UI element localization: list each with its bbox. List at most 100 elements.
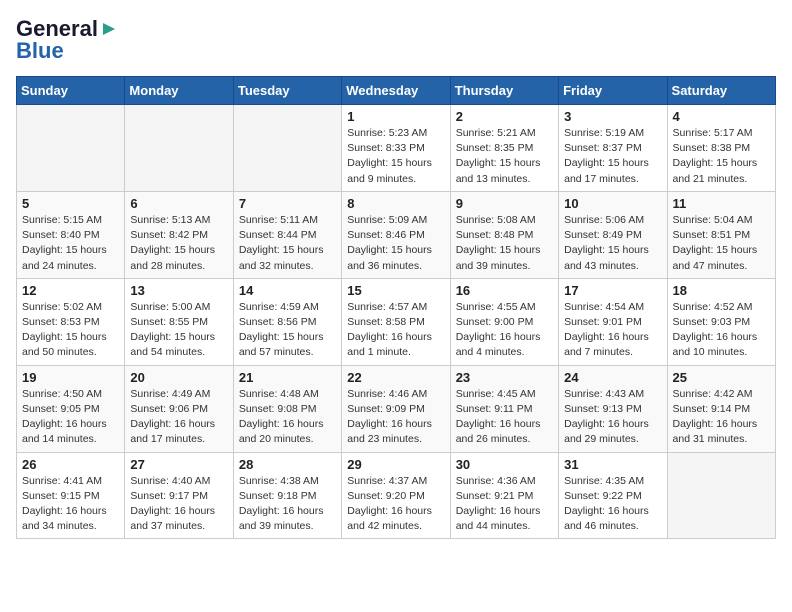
- day-number: 19: [22, 370, 119, 385]
- calendar-cell: 9Sunrise: 5:08 AMSunset: 8:48 PMDaylight…: [450, 191, 558, 278]
- day-number: 5: [22, 196, 119, 211]
- calendar-week-row: 1 Sunrise: 5:23 AMSunset: 8:33 PMDaylight…: [17, 105, 776, 192]
- day-info: Sunrise: 4:57 AMSunset: 8:58 PMDaylight:…: [347, 300, 444, 361]
- calendar-cell: [17, 105, 125, 192]
- calendar-cell: 21 Sunrise: 4:48 AMSunset: 9:08 PMDayligh…: [233, 365, 341, 452]
- day-info: Sunrise: 4:45 AMSunset: 9:11 PMDaylight:…: [456, 387, 553, 448]
- day-number: 31: [564, 457, 661, 472]
- day-number: 17: [564, 283, 661, 298]
- day-number: 10: [564, 196, 661, 211]
- day-of-week-header: Tuesday: [233, 77, 341, 105]
- day-number: 11: [673, 196, 770, 211]
- calendar-cell: 24 Sunrise: 4:43 AMSunset: 9:13 PMDayligh…: [559, 365, 667, 452]
- calendar-cell: [125, 105, 233, 192]
- day-number: 2: [456, 109, 553, 124]
- calendar-cell: 5 Sunrise: 5:15 AMSunset: 8:40 PMDaylight…: [17, 191, 125, 278]
- calendar-cell: 2 Sunrise: 5:21 AMSunset: 8:35 PMDaylight…: [450, 105, 558, 192]
- day-number: 21: [239, 370, 336, 385]
- calendar-cell: 27Sunrise: 4:40 AMSunset: 9:17 PMDayligh…: [125, 452, 233, 539]
- calendar-cell: 30Sunrise: 4:36 AMSunset: 9:21 PMDayligh…: [450, 452, 558, 539]
- day-info: Sunrise: 4:55 AMSunset: 9:00 PMDaylight:…: [456, 300, 553, 361]
- day-info: Sunrise: 5:11 AMSunset: 8:44 PMDaylight:…: [239, 213, 336, 274]
- calendar-cell: 18 Sunrise: 4:52 AMSunset: 9:03 PMDayligh…: [667, 278, 775, 365]
- logo-arrow-icon: [99, 19, 119, 39]
- day-info: Sunrise: 5:00 AMSunset: 8:55 PMDaylight:…: [130, 300, 227, 361]
- day-number: 14: [239, 283, 336, 298]
- day-number: 13: [130, 283, 227, 298]
- day-info: Sunrise: 5:02 AMSunset: 8:53 PMDaylight:…: [22, 300, 119, 361]
- day-info: Sunrise: 4:42 AMSunset: 9:14 PMDaylight:…: [673, 387, 770, 448]
- day-info: Sunrise: 4:35 AMSunset: 9:22 PMDaylight:…: [564, 474, 661, 535]
- calendar-cell: 29Sunrise: 4:37 AMSunset: 9:20 PMDayligh…: [342, 452, 450, 539]
- calendar-cell: 16 Sunrise: 4:55 AMSunset: 9:00 PMDayligh…: [450, 278, 558, 365]
- day-info: Sunrise: 4:41 AMSunset: 9:15 PMDaylight:…: [22, 474, 119, 535]
- calendar-cell: 6Sunrise: 5:13 AMSunset: 8:42 PMDaylight…: [125, 191, 233, 278]
- calendar-cell: 3 Sunrise: 5:19 AMSunset: 8:37 PMDaylight…: [559, 105, 667, 192]
- day-number: 26: [22, 457, 119, 472]
- calendar-cell: 13 Sunrise: 5:00 AMSunset: 8:55 PMDayligh…: [125, 278, 233, 365]
- calendar-cell: 23 Sunrise: 4:45 AMSunset: 9:11 PMDayligh…: [450, 365, 558, 452]
- day-of-week-header: Wednesday: [342, 77, 450, 105]
- calendar-table: SundayMondayTuesdayWednesdayThursdayFrid…: [16, 76, 776, 539]
- calendar-cell: 8Sunrise: 5:09 AMSunset: 8:46 PMDaylight…: [342, 191, 450, 278]
- calendar-cell: 31 Sunrise: 4:35 AMSunset: 9:22 PMDayligh…: [559, 452, 667, 539]
- day-number: 28: [239, 457, 336, 472]
- calendar-week-row: 5 Sunrise: 5:15 AMSunset: 8:40 PMDaylight…: [17, 191, 776, 278]
- page-header: General Blue: [16, 16, 776, 64]
- calendar-cell: 19 Sunrise: 4:50 AMSunset: 9:05 PMDayligh…: [17, 365, 125, 452]
- day-number: 4: [673, 109, 770, 124]
- day-number: 16: [456, 283, 553, 298]
- calendar-cell: 26 Sunrise: 4:41 AMSunset: 9:15 PMDayligh…: [17, 452, 125, 539]
- logo-blue: Blue: [16, 38, 64, 64]
- day-info: Sunrise: 5:17 AMSunset: 8:38 PMDaylight:…: [673, 126, 770, 187]
- day-info: Sunrise: 4:52 AMSunset: 9:03 PMDaylight:…: [673, 300, 770, 361]
- day-info: Sunrise: 5:21 AMSunset: 8:35 PMDaylight:…: [456, 126, 553, 187]
- calendar-week-row: 26 Sunrise: 4:41 AMSunset: 9:15 PMDayligh…: [17, 452, 776, 539]
- day-number: 6: [130, 196, 227, 211]
- day-number: 22: [347, 370, 444, 385]
- day-info: Sunrise: 5:19 AMSunset: 8:37 PMDaylight:…: [564, 126, 661, 187]
- calendar-cell: 10 Sunrise: 5:06 AMSunset: 8:49 PMDayligh…: [559, 191, 667, 278]
- day-of-week-header: Saturday: [667, 77, 775, 105]
- day-number: 15: [347, 283, 444, 298]
- calendar-cell: 17 Sunrise: 4:54 AMSunset: 9:01 PMDayligh…: [559, 278, 667, 365]
- day-info: Sunrise: 4:43 AMSunset: 9:13 PMDaylight:…: [564, 387, 661, 448]
- day-info: Sunrise: 5:23 AMSunset: 8:33 PMDaylight:…: [347, 126, 444, 187]
- day-info: Sunrise: 5:06 AMSunset: 8:49 PMDaylight:…: [564, 213, 661, 274]
- day-info: Sunrise: 4:59 AMSunset: 8:56 PMDaylight:…: [239, 300, 336, 361]
- calendar-cell: [233, 105, 341, 192]
- day-info: Sunrise: 4:49 AMSunset: 9:06 PMDaylight:…: [130, 387, 227, 448]
- calendar-cell: 20 Sunrise: 4:49 AMSunset: 9:06 PMDayligh…: [125, 365, 233, 452]
- calendar-header-row: SundayMondayTuesdayWednesdayThursdayFrid…: [17, 77, 776, 105]
- day-info: Sunrise: 5:04 AMSunset: 8:51 PMDaylight:…: [673, 213, 770, 274]
- day-number: 24: [564, 370, 661, 385]
- day-number: 1: [347, 109, 444, 124]
- calendar-cell: 15 Sunrise: 4:57 AMSunset: 8:58 PMDayligh…: [342, 278, 450, 365]
- day-of-week-header: Monday: [125, 77, 233, 105]
- day-of-week-header: Friday: [559, 77, 667, 105]
- day-info: Sunrise: 4:48 AMSunset: 9:08 PMDaylight:…: [239, 387, 336, 448]
- calendar-cell: 4 Sunrise: 5:17 AMSunset: 8:38 PMDaylight…: [667, 105, 775, 192]
- day-number: 23: [456, 370, 553, 385]
- day-info: Sunrise: 4:40 AMSunset: 9:17 PMDaylight:…: [130, 474, 227, 535]
- calendar-cell: 12 Sunrise: 5:02 AMSunset: 8:53 PMDayligh…: [17, 278, 125, 365]
- calendar-week-row: 19 Sunrise: 4:50 AMSunset: 9:05 PMDayligh…: [17, 365, 776, 452]
- calendar-cell: 1 Sunrise: 5:23 AMSunset: 8:33 PMDaylight…: [342, 105, 450, 192]
- day-info: Sunrise: 5:09 AMSunset: 8:46 PMDaylight:…: [347, 213, 444, 274]
- day-info: Sunrise: 4:50 AMSunset: 9:05 PMDaylight:…: [22, 387, 119, 448]
- day-number: 3: [564, 109, 661, 124]
- calendar-cell: 22Sunrise: 4:46 AMSunset: 9:09 PMDayligh…: [342, 365, 450, 452]
- day-of-week-header: Sunday: [17, 77, 125, 105]
- day-number: 20: [130, 370, 227, 385]
- calendar-cell: 25Sunrise: 4:42 AMSunset: 9:14 PMDayligh…: [667, 365, 775, 452]
- day-number: 12: [22, 283, 119, 298]
- calendar-cell: 11 Sunrise: 5:04 AMSunset: 8:51 PMDayligh…: [667, 191, 775, 278]
- calendar-cell: 7 Sunrise: 5:11 AMSunset: 8:44 PMDaylight…: [233, 191, 341, 278]
- day-info: Sunrise: 4:37 AMSunset: 9:20 PMDaylight:…: [347, 474, 444, 535]
- day-info: Sunrise: 4:54 AMSunset: 9:01 PMDaylight:…: [564, 300, 661, 361]
- day-info: Sunrise: 5:08 AMSunset: 8:48 PMDaylight:…: [456, 213, 553, 274]
- day-info: Sunrise: 5:15 AMSunset: 8:40 PMDaylight:…: [22, 213, 119, 274]
- day-number: 7: [239, 196, 336, 211]
- day-info: Sunrise: 4:38 AMSunset: 9:18 PMDaylight:…: [239, 474, 336, 535]
- day-number: 18: [673, 283, 770, 298]
